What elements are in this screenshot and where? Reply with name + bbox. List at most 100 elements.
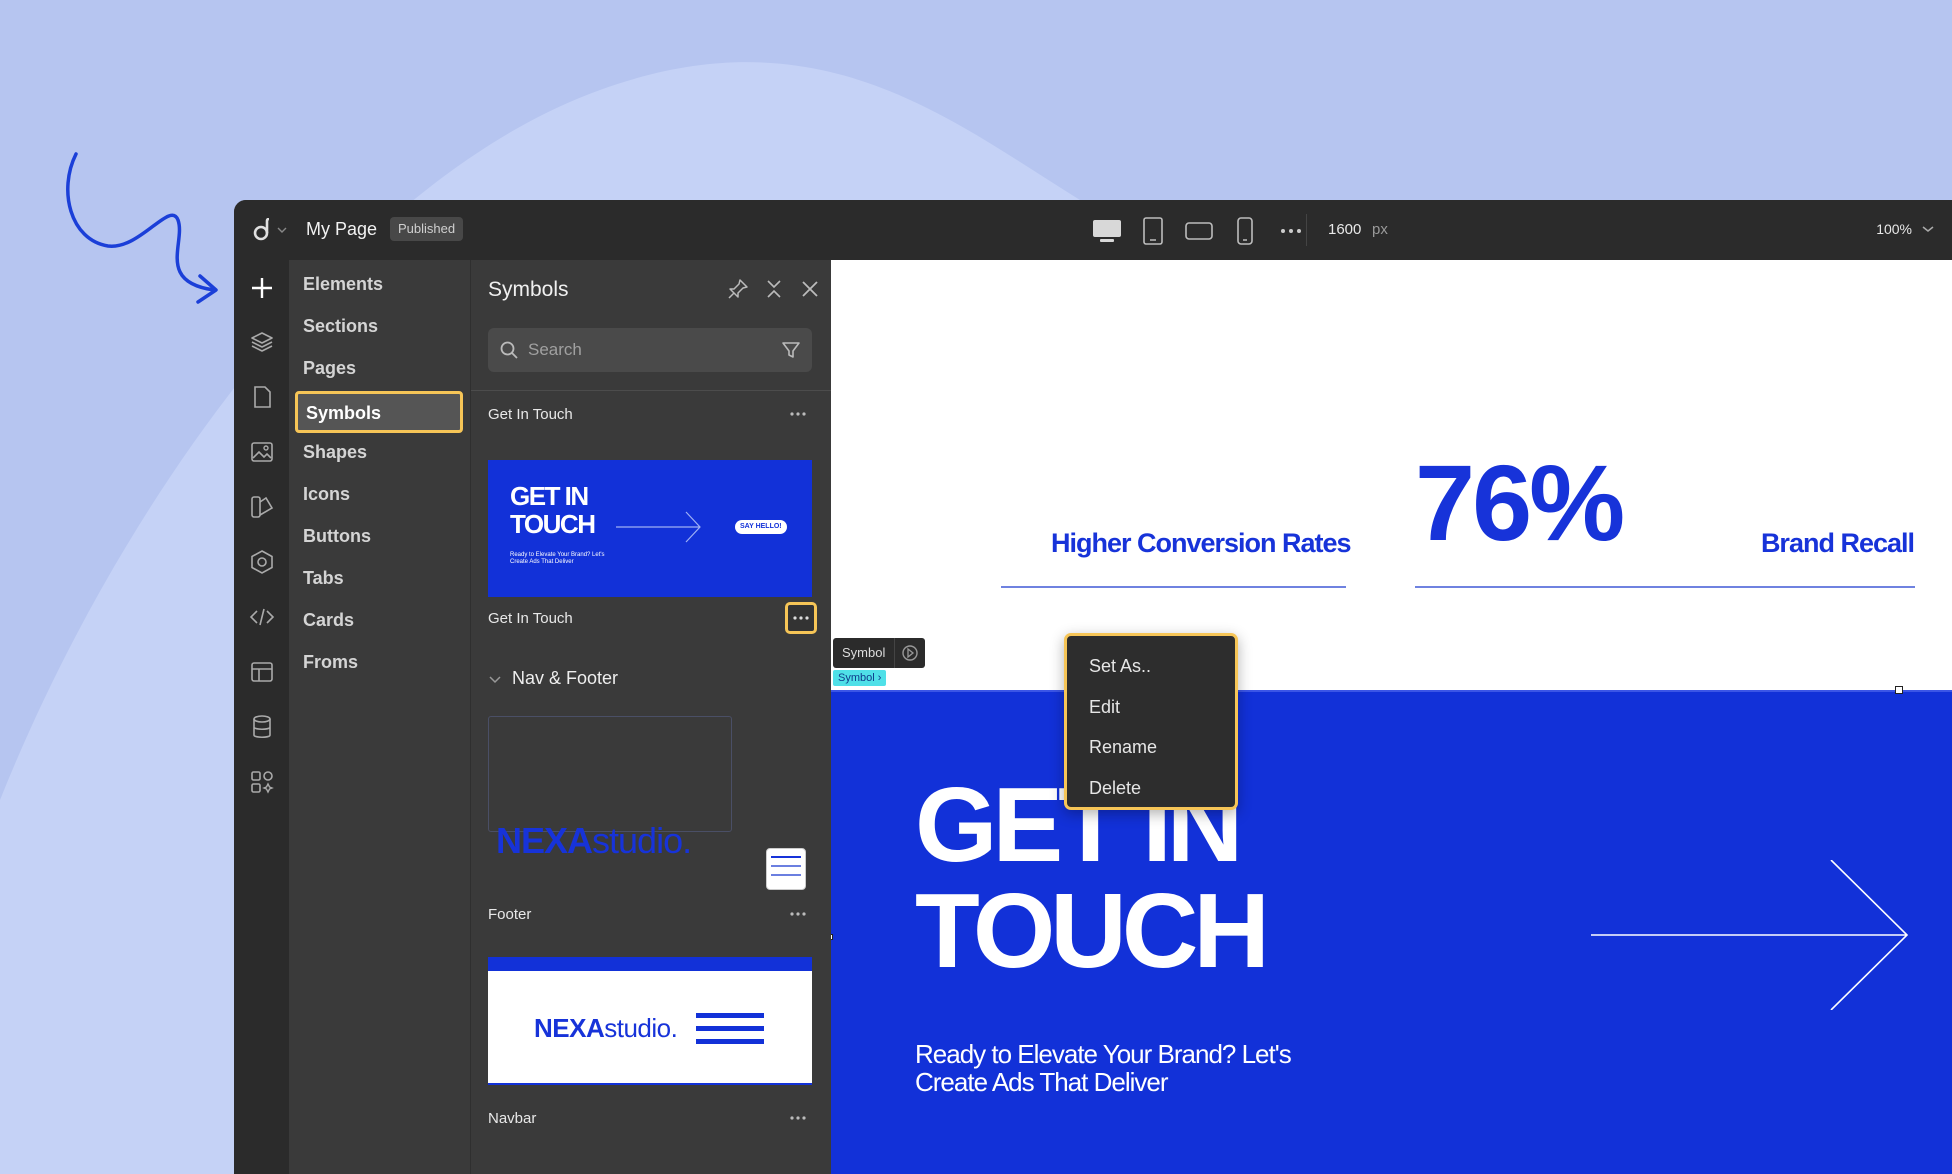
icon-rail	[234, 260, 289, 1174]
apps-button[interactable]	[247, 767, 277, 797]
zoom-select[interactable]: 100%	[1876, 221, 1934, 237]
category-icons[interactable]: Icons	[303, 484, 350, 505]
symbols-panel: Symbols Get In Touch GET IN TOUCH Ready …	[470, 260, 832, 1174]
category-sections[interactable]: Sections	[303, 316, 378, 337]
pages-button[interactable]	[247, 382, 277, 412]
paint-swatch-icon	[251, 496, 274, 518]
item-menu-button-active[interactable]	[785, 602, 817, 634]
close-icon[interactable]	[799, 278, 821, 300]
top-bar: My Page Published 1600 px 100%	[234, 200, 1952, 260]
selection-tag-label: Symbol	[833, 638, 896, 668]
stat-big-number[interactable]: 76%	[1415, 440, 1625, 565]
category-list: Elements Sections Pages Symbols Shapes I…	[289, 260, 470, 1174]
components-button[interactable]	[247, 547, 277, 577]
symbol-thumbnail-footer[interactable]: NEXAstudio.	[488, 716, 812, 890]
search-box	[488, 328, 812, 372]
desktop-device-button[interactable]	[1084, 216, 1130, 246]
symbol-icon	[902, 645, 919, 661]
stat-label-conversion[interactable]: Higher Conversion Rates	[1051, 528, 1352, 559]
app-logo[interactable]	[252, 217, 288, 243]
filter-icon[interactable]	[781, 340, 801, 360]
menu-item-rename[interactable]: Rename	[1067, 727, 1235, 768]
group-header[interactable]: Nav & Footer	[488, 668, 618, 689]
category-forms[interactable]: Froms	[303, 652, 358, 673]
breadcrumb[interactable]: Symbol ›	[833, 670, 887, 686]
divider	[471, 390, 832, 391]
landscape-device-button[interactable]	[1176, 216, 1222, 246]
styles-button[interactable]	[247, 492, 277, 522]
search-input[interactable]	[528, 328, 768, 372]
pin-icon[interactable]	[727, 278, 749, 300]
add-button[interactable]	[247, 273, 277, 303]
category-tabs[interactable]: Tabs	[303, 568, 344, 589]
category-pages[interactable]: Pages	[303, 358, 356, 379]
get-in-touch-section[interactable]: GET IN TOUCH Ready to Elevate Your Brand…	[831, 690, 1952, 1174]
stat-label-brand-recall[interactable]: Brand Recall	[1761, 528, 1915, 559]
search-icon	[500, 341, 518, 359]
symbol-settings-button[interactable]	[895, 638, 925, 668]
collapse-icon[interactable]	[763, 278, 785, 300]
layout-icon	[251, 662, 273, 682]
layers-button[interactable]	[247, 327, 277, 357]
canvas-width-unit: px	[1372, 221, 1388, 238]
category-symbols[interactable]: Symbols	[295, 391, 463, 433]
category-elements[interactable]: Elements	[303, 274, 383, 295]
desktop-icon	[1093, 220, 1121, 242]
thumb-brand: NEXAstudio.	[496, 820, 692, 861]
thumb-brand: NEXAstudio.	[534, 1013, 678, 1043]
canvas-width-value[interactable]: 1600	[1328, 221, 1361, 238]
selection-tag[interactable]: Symbol	[833, 638, 926, 668]
mobile-icon	[1237, 217, 1253, 245]
resize-handle[interactable]	[831, 934, 833, 940]
divider	[1415, 586, 1915, 588]
more-devices-button[interactable]	[1268, 216, 1314, 246]
tablet-device-button[interactable]	[1130, 216, 1176, 246]
category-buttons[interactable]: Buttons	[303, 526, 371, 547]
code-icon	[249, 608, 275, 626]
database-button[interactable]	[247, 712, 277, 742]
resize-handle[interactable]	[1895, 686, 1903, 694]
more-icon	[790, 1116, 806, 1120]
item-menu-button[interactable]	[784, 400, 812, 428]
database-icon	[253, 715, 271, 739]
mobile-device-button[interactable]	[1222, 216, 1268, 246]
templates-button[interactable]	[247, 657, 277, 687]
code-button[interactable]	[247, 602, 277, 632]
symbol-thumbnail-get-in-touch[interactable]: GET IN TOUCH Ready to Elevate Your Brand…	[488, 460, 812, 597]
plus-icon	[252, 278, 272, 298]
category-cards[interactable]: Cards	[303, 610, 354, 631]
arrow-right-icon	[616, 511, 701, 543]
menu-item-edit[interactable]: Edit	[1067, 687, 1235, 728]
apps-icon	[251, 771, 274, 794]
hexagon-icon	[251, 550, 273, 574]
editor-window: My Page Published 1600 px 100% Elements …	[234, 200, 1952, 1174]
symbol-thumbnail-navbar[interactable]: NEXAstudio.	[488, 957, 812, 1085]
chevron-down-icon	[489, 675, 501, 683]
chevron-down-icon	[277, 227, 287, 233]
media-button[interactable]	[247, 437, 277, 467]
thumb-subtitle: Ready to Elevate Your Brand? Let's Creat…	[510, 552, 605, 565]
zoom-value: 100%	[1876, 221, 1912, 237]
symbol-item-label[interactable]: Get In Touch	[488, 610, 573, 627]
symbol-item-label[interactable]: Get In Touch	[488, 406, 573, 423]
decorative-arrow-icon	[66, 152, 218, 304]
group-title: Nav & Footer	[512, 668, 619, 688]
item-menu-button[interactable]	[784, 1104, 812, 1132]
menu-item-delete[interactable]: Delete	[1067, 768, 1235, 809]
menu-icon	[696, 1013, 764, 1044]
design-canvas[interactable]: Higher Conversion Rates 76% Brand Recall…	[831, 260, 1952, 1174]
thumb-title: GET IN TOUCH	[510, 481, 596, 539]
thumb-frame	[488, 716, 732, 832]
more-icon	[1281, 229, 1301, 233]
menu-item-set-as[interactable]: Set As..	[1067, 646, 1235, 687]
category-shapes[interactable]: Shapes	[303, 442, 367, 463]
chevron-down-icon	[1922, 226, 1934, 232]
page-name[interactable]: My Page	[306, 219, 377, 240]
item-menu-button[interactable]	[784, 900, 812, 928]
logo-icon	[253, 218, 270, 241]
arrow-right-icon	[1591, 860, 1909, 1010]
hero-subtitle[interactable]: Ready to Elevate Your Brand? Let's Creat…	[915, 1040, 1335, 1096]
symbol-item-label[interactable]: Footer	[488, 906, 531, 923]
thumb-mini-preview	[766, 848, 806, 890]
symbol-item-label[interactable]: Navbar	[488, 1110, 536, 1127]
